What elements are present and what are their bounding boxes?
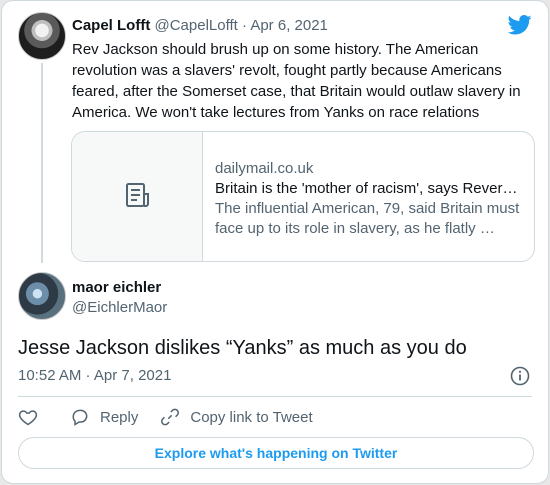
thread-connector-line: [41, 63, 43, 263]
explore-twitter-button[interactable]: Explore what's happening on Twitter: [18, 437, 534, 469]
link-description: The influential American, 79, said Brita…: [215, 200, 520, 237]
link-card-body: dailymail.co.uk Britain is the 'mother o…: [215, 159, 525, 239]
maor-eichler-avatar[interactable]: [18, 272, 66, 320]
reply-label: Reply: [100, 408, 139, 426]
link-chain-icon: [161, 408, 180, 426]
twitter-bird-icon[interactable]: [508, 15, 532, 35]
link-domain: dailymail.co.uk: [215, 160, 314, 177]
main-tweet-text: Jesse Jackson dislikes “Yanks” as much a…: [18, 337, 467, 359]
main-author-handle[interactable]: @EichlerMaor: [72, 299, 167, 316]
like-button[interactable]: [18, 407, 48, 427]
link-title: Britain is the 'mother of racism', says …: [215, 180, 518, 197]
tweet-timestamp[interactable]: 10:52 AM · Apr 7, 2021: [18, 367, 171, 384]
reply-bubble-icon: [72, 409, 88, 426]
link-preview-card[interactable]: dailymail.co.uk Britain is the 'mother o…: [71, 131, 535, 262]
quoted-tweet-header: Capel Lofft @CapelLofft · Apr 6, 2021: [72, 17, 328, 34]
actions-divider: [18, 396, 532, 397]
copy-link-label: Copy link to Tweet: [190, 408, 313, 426]
quoted-handle-date[interactable]: @CapelLofft · Apr 6, 2021: [155, 17, 328, 34]
info-icon[interactable]: [510, 366, 530, 386]
embedded-tweet-card: Capel Lofft @CapelLofft · Apr 6, 2021 Re…: [1, 0, 549, 484]
tweet-actions-bar: Reply Copy link to Tweet: [18, 405, 335, 429]
article-icon: [126, 183, 149, 207]
reply-button[interactable]: Reply: [70, 407, 138, 427]
heart-icon: [18, 410, 38, 426]
main-author-name[interactable]: maor eichler: [72, 279, 161, 296]
link-thumbnail: [72, 132, 203, 261]
quoted-tweet-text: Rev Jackson should brush up on some hist…: [72, 41, 521, 121]
quoted-author-name[interactable]: Capel Lofft: [72, 17, 150, 34]
copy-link-button[interactable]: Copy link to Tweet: [160, 407, 313, 427]
capel-lofft-avatar[interactable]: [18, 12, 66, 60]
